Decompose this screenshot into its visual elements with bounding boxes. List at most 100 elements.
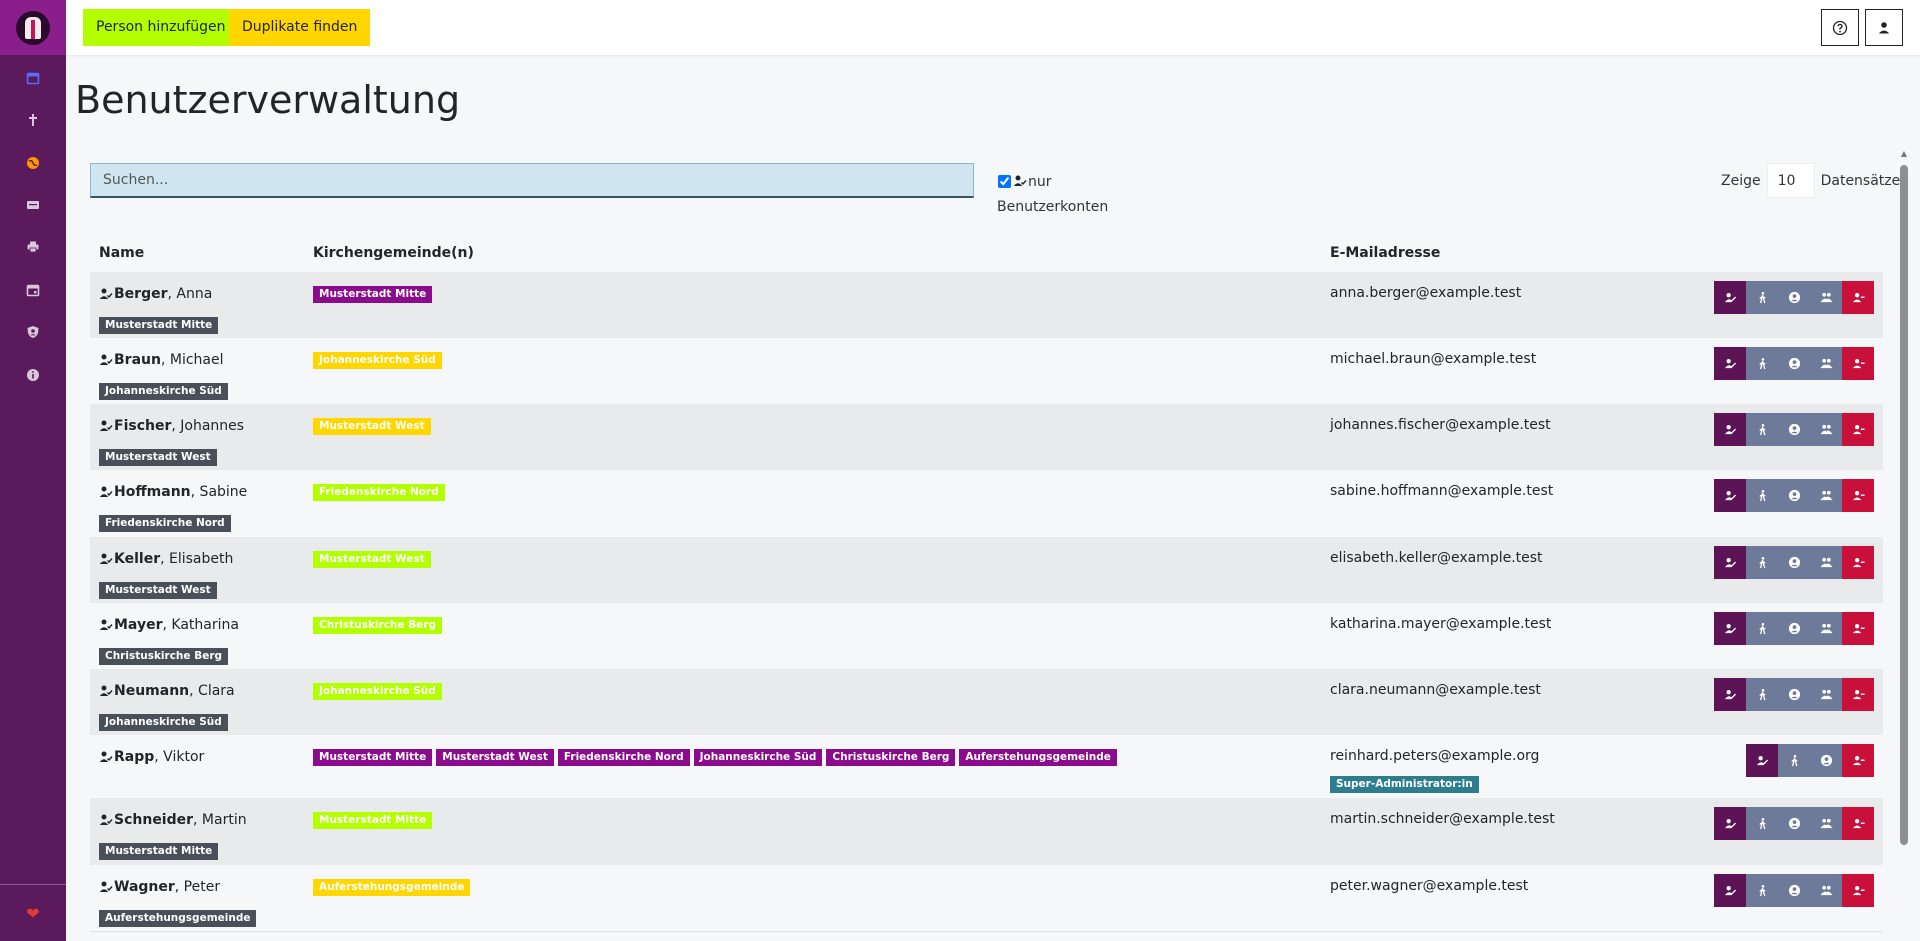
- parish-list: Musterstadt West: [313, 418, 431, 435]
- remove-user-button[interactable]: [1842, 744, 1874, 777]
- column-header-name[interactable]: Name: [99, 245, 144, 261]
- account-button[interactable]: [1778, 612, 1810, 645]
- person-name[interactable]: Fischer, Johannes: [99, 418, 244, 434]
- remove-user-button[interactable]: [1842, 479, 1874, 512]
- impersonate-button[interactable]: [1746, 546, 1778, 579]
- help-button[interactable]: [1821, 9, 1859, 46]
- person-name[interactable]: Neumann, Clara: [99, 683, 235, 699]
- page-size-input[interactable]: 10: [1766, 163, 1815, 198]
- home-parish-badge: Johanneskirche Süd: [99, 383, 228, 400]
- edit-user-button[interactable]: [1714, 546, 1746, 579]
- person-name[interactable]: Berger, Anna: [99, 286, 212, 302]
- groups-button[interactable]: [1810, 281, 1842, 314]
- impersonate-button[interactable]: [1746, 347, 1778, 380]
- scroll-up-arrow[interactable]: ▲: [1899, 150, 1909, 158]
- account-button[interactable]: [1778, 678, 1810, 711]
- impersonate-button[interactable]: [1746, 413, 1778, 446]
- sidebar-item-id-card[interactable]: [0, 190, 66, 220]
- last-name: Neumann: [114, 683, 190, 699]
- account-button[interactable]: [1810, 744, 1842, 777]
- account-button[interactable]: [1778, 413, 1810, 446]
- column-header-email[interactable]: E-Mailadresse: [1330, 245, 1440, 261]
- heart-icon[interactable]: ❤: [0, 898, 66, 928]
- remove-user-button[interactable]: [1842, 874, 1874, 907]
- impersonate-button[interactable]: [1746, 612, 1778, 645]
- search-input[interactable]: [90, 163, 974, 198]
- sidebar-item-globe[interactable]: [0, 148, 66, 178]
- groups-button[interactable]: [1810, 678, 1842, 711]
- person-name[interactable]: Braun, Michael: [99, 352, 224, 368]
- app-logo[interactable]: [0, 0, 66, 55]
- impersonate-button[interactable]: [1746, 807, 1778, 840]
- account-button[interactable]: [1778, 807, 1810, 840]
- walk-icon: [1758, 292, 1766, 304]
- edit-user-button[interactable]: [1746, 744, 1778, 777]
- groups-button[interactable]: [1810, 546, 1842, 579]
- sidebar-item-user-shield[interactable]: [0, 317, 66, 347]
- groups-button[interactable]: [1810, 479, 1842, 512]
- row-actions: [1714, 612, 1874, 645]
- account-button[interactable]: [1865, 9, 1903, 46]
- find-duplicates-button[interactable]: Duplikate finden: [229, 9, 371, 46]
- edit-user-icon: [1724, 558, 1736, 568]
- sidebar-item-cross[interactable]: [0, 105, 66, 135]
- remove-user-icon: [1852, 690, 1865, 700]
- person-name[interactable]: Keller, Elisabeth: [99, 551, 233, 567]
- add-person-button[interactable]: Person hinzufügen: [83, 9, 239, 46]
- sidebar-item-info[interactable]: [0, 360, 66, 390]
- info-icon: [27, 369, 39, 381]
- sidebar-item-calendar[interactable]: [0, 63, 66, 93]
- records-label: Datensätze: [1820, 172, 1901, 189]
- account-button[interactable]: [1778, 546, 1810, 579]
- account-button[interactable]: [1778, 281, 1810, 314]
- account-button[interactable]: [1778, 479, 1810, 512]
- edit-user-button[interactable]: [1714, 807, 1746, 840]
- edit-user-button[interactable]: [1714, 347, 1746, 380]
- remove-user-button[interactable]: [1842, 281, 1874, 314]
- edit-user-button[interactable]: [1714, 612, 1746, 645]
- user-circle-icon: [1788, 884, 1800, 897]
- groups-button[interactable]: [1810, 612, 1842, 645]
- edit-user-icon: [1724, 819, 1736, 829]
- role-badge: Super-Administrator:in: [1330, 776, 1479, 793]
- edit-user-button[interactable]: [1714, 413, 1746, 446]
- walk-icon: [1758, 623, 1766, 635]
- person-name[interactable]: Rapp, Viktor: [99, 749, 204, 765]
- remove-user-button[interactable]: [1842, 546, 1874, 579]
- sidebar-item-calendar-day[interactable]: [0, 275, 66, 305]
- user-check-icon: [99, 619, 113, 630]
- impersonate-button[interactable]: [1746, 678, 1778, 711]
- edit-user-button[interactable]: [1714, 678, 1746, 711]
- home-parish-badge: Musterstadt Mitte: [99, 843, 219, 860]
- person-name[interactable]: Mayer, Katharina: [99, 617, 239, 633]
- impersonate-button[interactable]: [1746, 479, 1778, 512]
- groups-button[interactable]: [1810, 413, 1842, 446]
- edit-user-button[interactable]: [1714, 874, 1746, 907]
- edit-user-button[interactable]: [1714, 281, 1746, 314]
- table-row: Keller, Elisabeth Musterstadt West Musters…: [90, 537, 1883, 604]
- remove-user-button[interactable]: [1842, 807, 1874, 840]
- groups-button[interactable]: [1810, 807, 1842, 840]
- account-button[interactable]: [1778, 347, 1810, 380]
- user-circle-icon: [1788, 622, 1800, 635]
- remove-user-button[interactable]: [1842, 413, 1874, 446]
- sidebar-item-print[interactable]: [0, 232, 66, 262]
- remove-user-button[interactable]: [1842, 612, 1874, 645]
- edit-user-button[interactable]: [1714, 479, 1746, 512]
- impersonate-button[interactable]: [1778, 744, 1810, 777]
- remove-user-button[interactable]: [1842, 678, 1874, 711]
- person-name[interactable]: Wagner, Peter: [99, 879, 220, 895]
- person-name[interactable]: Hoffmann, Sabine: [99, 484, 247, 500]
- remove-user-icon: [1852, 756, 1865, 766]
- groups-button[interactable]: [1810, 874, 1842, 907]
- account-button[interactable]: [1778, 874, 1810, 907]
- groups-button[interactable]: [1810, 347, 1842, 380]
- impersonate-button[interactable]: [1746, 874, 1778, 907]
- person-name[interactable]: Schneider, Martin: [99, 812, 247, 828]
- remove-user-button[interactable]: [1842, 347, 1874, 380]
- users-icon: [1819, 358, 1833, 369]
- scrollbar-thumb[interactable]: [1900, 165, 1908, 845]
- column-header-parishes[interactable]: Kirchengemeinde(n): [313, 245, 474, 261]
- impersonate-button[interactable]: [1746, 281, 1778, 314]
- only-accounts-checkbox[interactable]: [998, 175, 1011, 188]
